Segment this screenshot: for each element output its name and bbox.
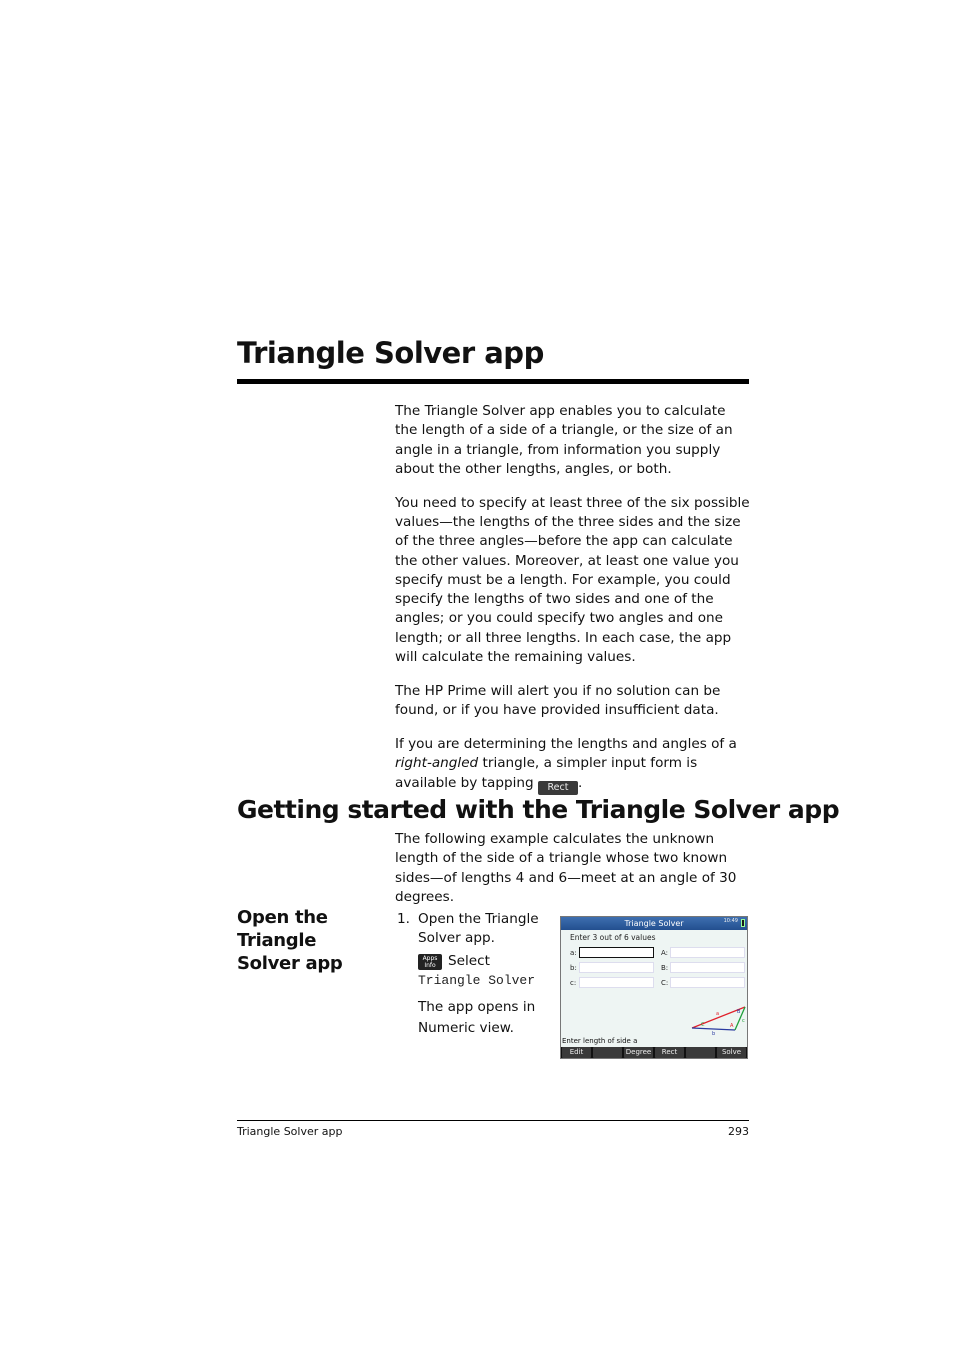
label-side-a: a (716, 1011, 719, 1017)
field-label-B: B: (661, 964, 669, 972)
open-app-heading: Open the Triangle Solver app (237, 907, 343, 974)
calc-status-line: Enter length of side a (562, 1037, 638, 1045)
field-a-input[interactable] (579, 947, 654, 958)
field-b-input[interactable] (579, 962, 654, 973)
step-text: Open the Triangle Solver app. (418, 911, 539, 946)
label-side-c: c (742, 1018, 745, 1024)
result-text: The app opens in Numeric view. (418, 999, 536, 1036)
intro-section: The Triangle Solver app enables you to c… (395, 402, 751, 809)
intro-paragraph-1: The Triangle Solver app enables you to c… (395, 403, 733, 477)
field-B-input[interactable] (670, 962, 745, 973)
menu-solve-button[interactable]: Solve (717, 1047, 746, 1058)
field-C-input[interactable] (670, 977, 745, 988)
step-number: 1. (397, 911, 410, 927)
footer-rule (237, 1120, 749, 1121)
app-name: Triangle Solver (418, 973, 536, 988)
field-label-c: c: (570, 979, 577, 987)
getting-started-heading: Getting started with the Triangle Solver… (237, 795, 840, 824)
calc-menu-bar: Edit Degree Rect Solve (561, 1047, 747, 1058)
select-label: Select (448, 953, 490, 969)
label-angle-A: A (730, 1023, 734, 1029)
side-b-line (691, 1027, 736, 1031)
getting-started-text: The following example calculates the unk… (395, 831, 737, 905)
menu-blank-button-5[interactable] (686, 1047, 715, 1058)
field-label-A: A: (661, 949, 669, 957)
calc-title-bar: Triangle Solver 10:49 (561, 917, 747, 930)
label-angle-C: C (701, 1022, 705, 1028)
apps-info-key-icon: Apps Info (418, 954, 442, 970)
calc-time: 10:49 (723, 918, 738, 924)
menu-edit-button[interactable]: Edit (562, 1047, 591, 1058)
intro-paragraph-2: You need to specify at least three of th… (395, 494, 750, 666)
battery-icon (741, 919, 745, 927)
label-side-b: b (712, 1031, 715, 1037)
field-label-a: a: (570, 949, 577, 957)
page-title: Triangle Solver app (237, 336, 544, 370)
menu-degree-button[interactable]: Degree (624, 1047, 653, 1058)
emphasis-right-angled: right-angled (395, 755, 479, 772)
page-number: 293 (728, 1125, 749, 1138)
intro-paragraph-3: The HP Prime will alert you if no soluti… (395, 682, 721, 719)
footer-section-name: Triangle Solver app (237, 1125, 343, 1138)
menu-rect-button[interactable]: Rect (655, 1047, 684, 1058)
triangle-diagram: a b c C A B (691, 1006, 746, 1037)
calc-title: Triangle Solver (624, 919, 684, 928)
menu-blank-button-2[interactable] (593, 1047, 622, 1058)
select-line: Apps Info Select (418, 952, 558, 971)
calculator-screenshot: Triangle Solver 10:49 Enter 3 out of 6 v… (560, 916, 748, 1059)
field-label-C: C: (661, 979, 669, 987)
field-label-b: b: (570, 964, 577, 972)
rect-key-icon: Rect (537, 780, 578, 795)
label-angle-B: B (737, 1009, 741, 1015)
calc-prompt: Enter 3 out of 6 values (570, 933, 656, 942)
field-c-input[interactable] (579, 977, 654, 988)
intro-paragraph-4: If you are determining the lengths and a… (395, 735, 737, 795)
title-rule (237, 379, 749, 384)
field-A-input[interactable] (670, 947, 745, 958)
